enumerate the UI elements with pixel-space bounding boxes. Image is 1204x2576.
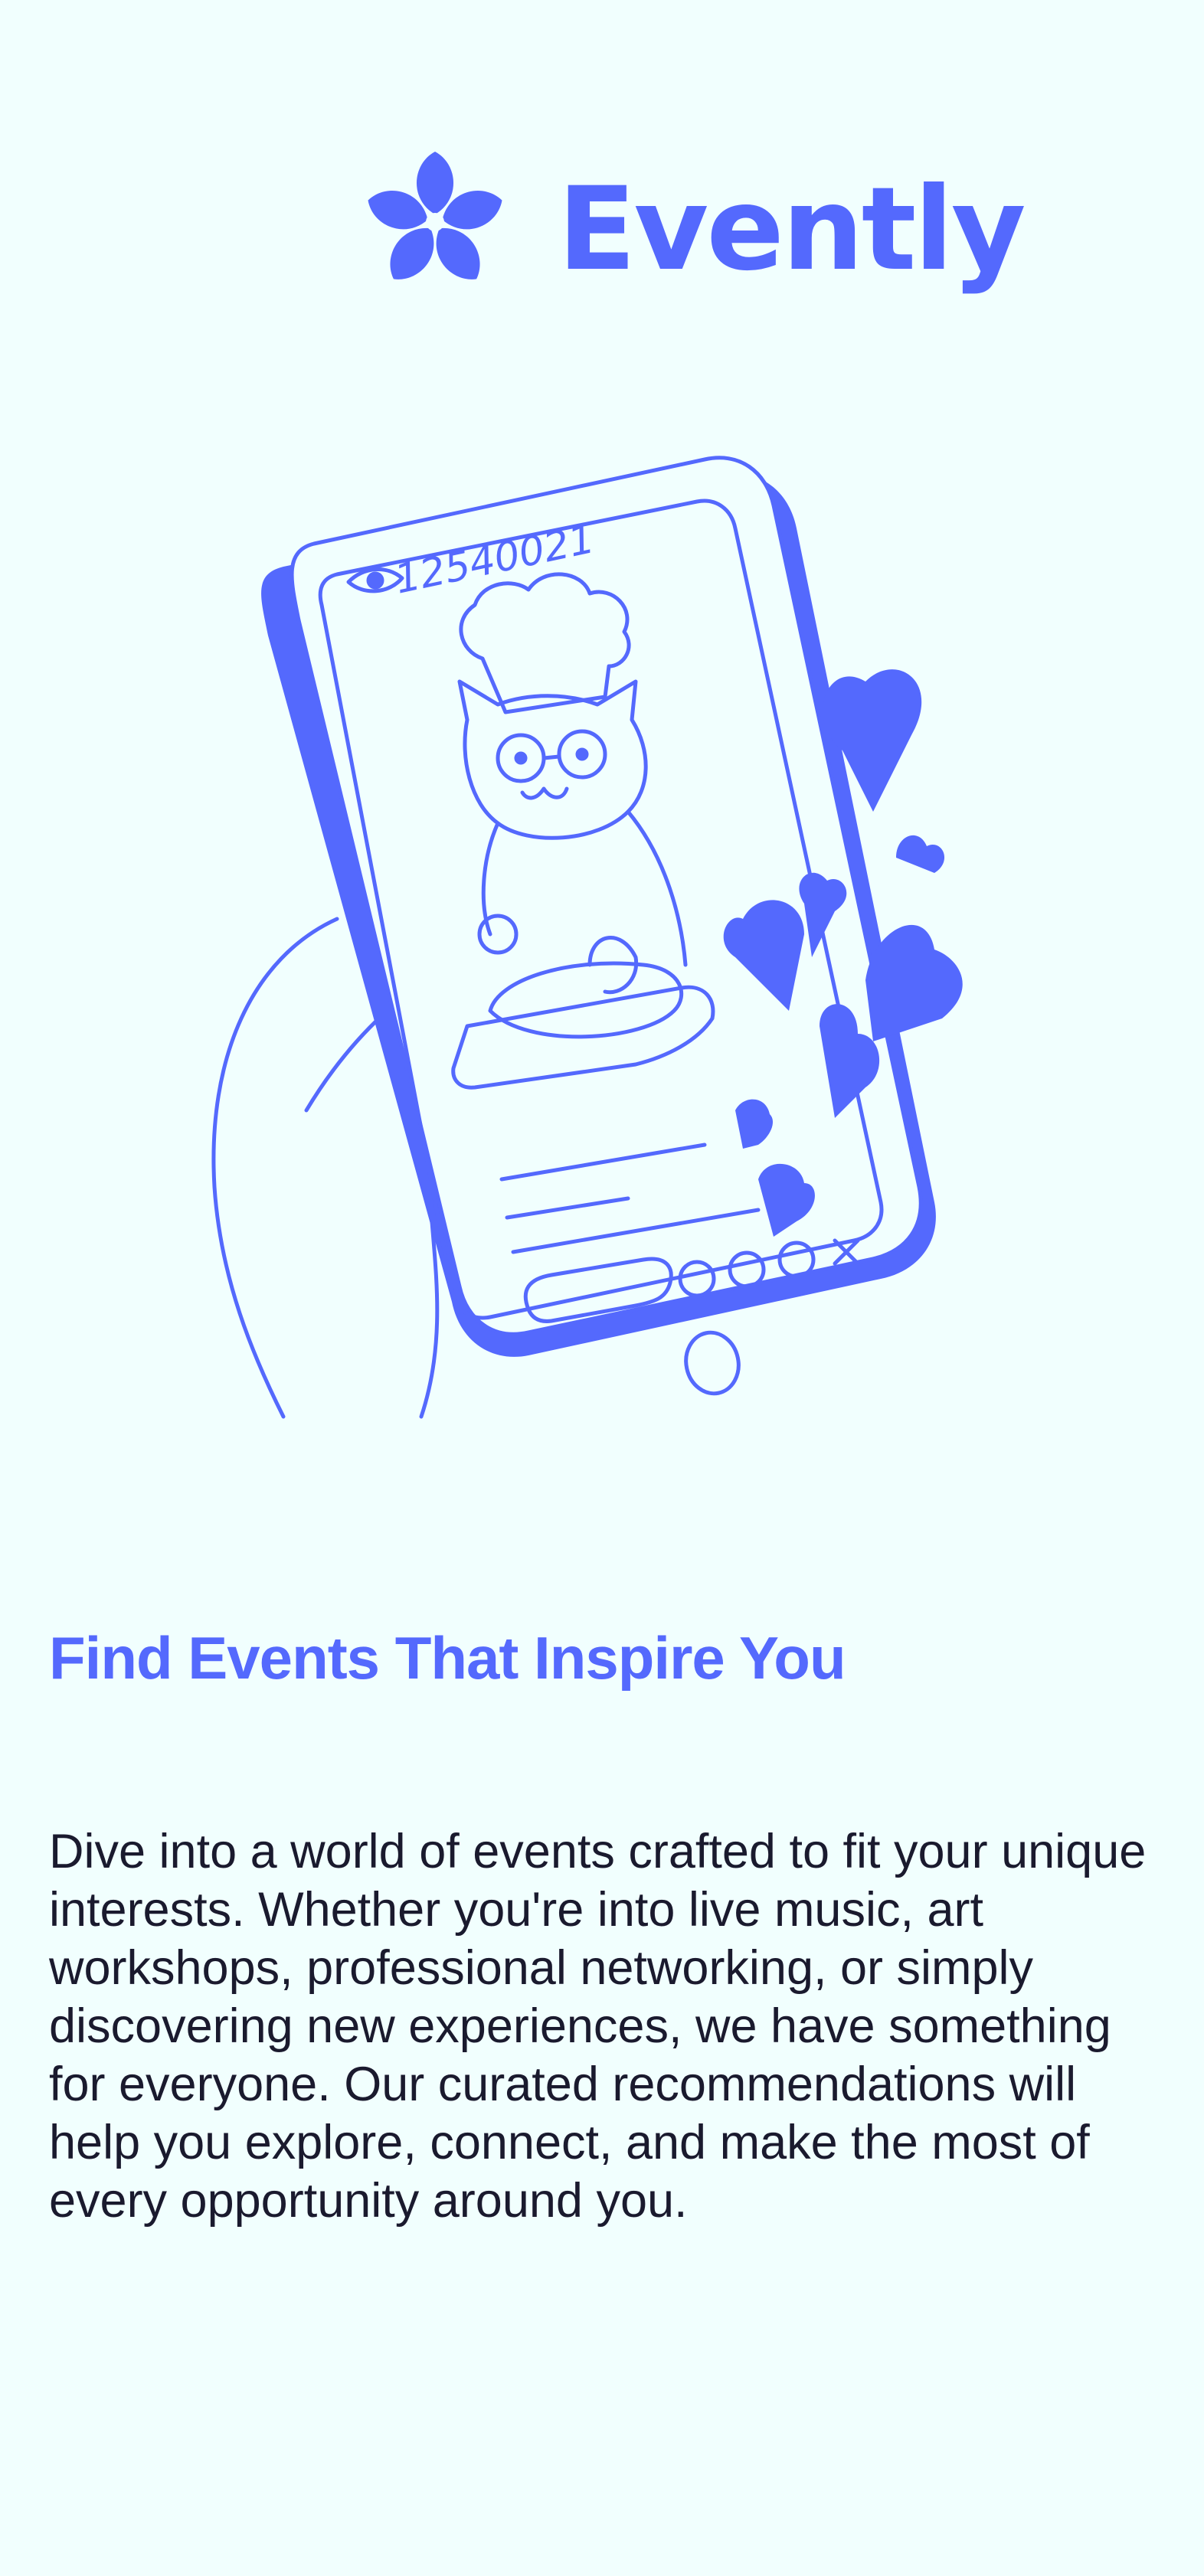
- flower-logo-icon: [368, 152, 502, 280]
- page-title: Find Events That Inspire You: [49, 1624, 846, 1692]
- app-logo: Evently: [358, 145, 1026, 299]
- phone-illustration: 12540021: [207, 429, 1011, 1505]
- brand-name: Evently: [558, 163, 1026, 296]
- heart-icon: [896, 835, 945, 873]
- page-description: Dive into a world of events crafted to f…: [49, 1825, 1147, 2228]
- hand-outline: [211, 917, 339, 1419]
- home-button: [684, 1330, 741, 1396]
